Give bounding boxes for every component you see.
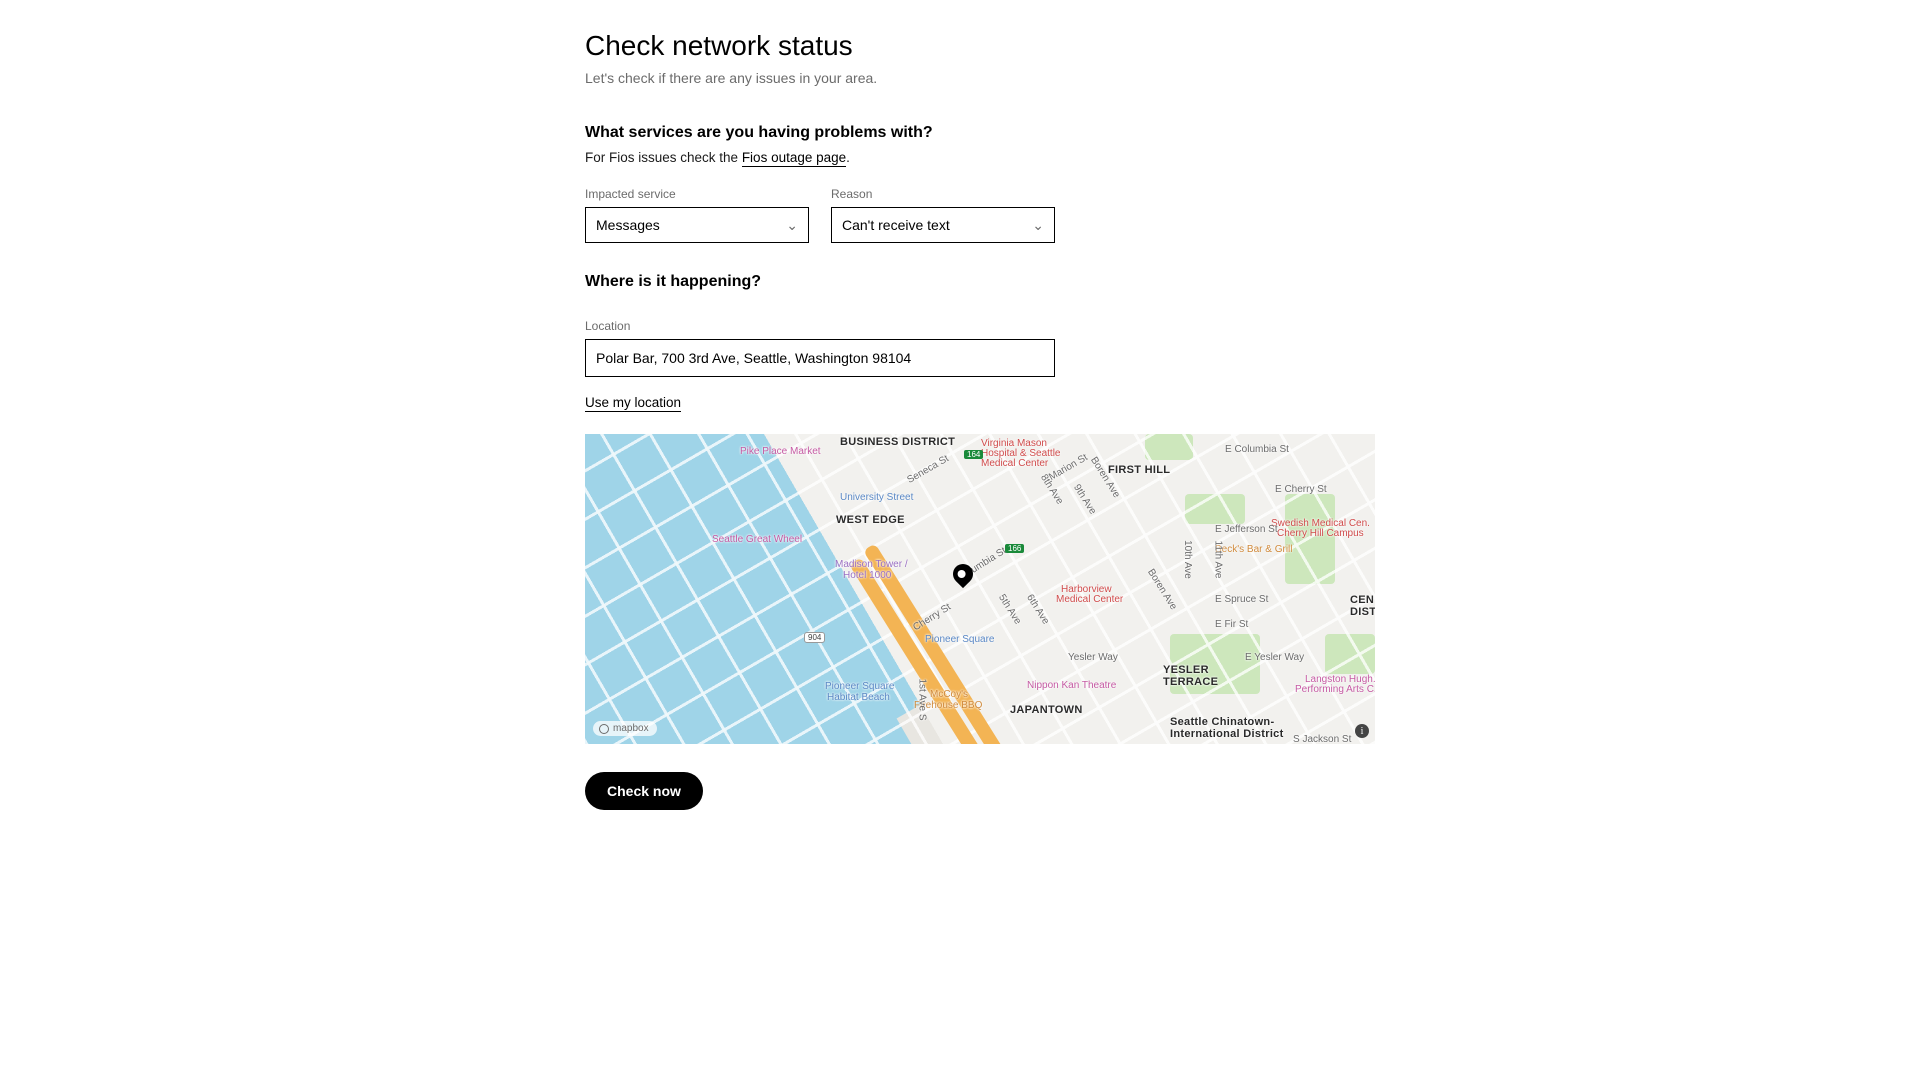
- street-label: 10th Ave: [1182, 540, 1193, 579]
- poi-label: Medical Center: [981, 458, 1048, 469]
- fios-hint: For Fios issues check the Fios outage pa…: [585, 150, 1355, 165]
- street-label: Yesler Way: [1068, 652, 1118, 663]
- poi-label: Nippon Kan Theatre: [1027, 680, 1116, 691]
- reason-label: Reason: [831, 187, 1055, 201]
- map[interactable]: BUSINESS DISTRICT WEST EDGE FIRST HILL J…: [585, 434, 1375, 744]
- poi-label: Pike Place Market: [740, 446, 821, 457]
- mapbox-text: mapbox: [613, 723, 649, 734]
- street-label: E Columbia St: [1225, 444, 1289, 455]
- district-label: Seattle Chinatown-: [1170, 716, 1274, 728]
- poi-label: University Street: [840, 492, 913, 503]
- route-shield: 164: [964, 450, 983, 459]
- poi-label: Medical Center: [1056, 594, 1123, 605]
- mapbox-attribution[interactable]: mapbox: [593, 721, 657, 736]
- street-label: E Yesler Way: [1245, 652, 1304, 663]
- route-shield: 904: [804, 632, 825, 643]
- street-label: S Jackson St: [1293, 734, 1351, 744]
- page-title: Check network status: [585, 30, 1355, 62]
- poi-label: Hotel 1000: [843, 570, 891, 581]
- poi-label: McCoy's: [930, 689, 968, 700]
- impacted-service-label: Impacted service: [585, 187, 809, 201]
- poi-label: Performing Arts C.: [1295, 684, 1375, 695]
- mapbox-logo-icon: [599, 724, 609, 734]
- street-label: E Spruce St: [1215, 594, 1268, 605]
- impacted-service-select[interactable]: Messages ⌄: [585, 207, 809, 243]
- chevron-down-icon: ⌄: [1032, 218, 1044, 232]
- check-now-button[interactable]: Check now: [585, 772, 703, 810]
- poi-label: Pioneer Square: [925, 634, 995, 645]
- fios-outage-link[interactable]: Fios outage page: [742, 150, 846, 167]
- impacted-service-value: Messages: [596, 217, 660, 233]
- poi-label: Madison Tower /: [835, 559, 908, 570]
- reason-select[interactable]: Can't receive text ⌄: [831, 207, 1055, 243]
- reason-value: Can't receive text: [842, 217, 950, 233]
- poi-label: Habitat Beach: [827, 692, 890, 703]
- street-label: E Fir St: [1215, 619, 1248, 630]
- poi-label: Pioneer Square: [825, 681, 895, 692]
- poi-label: Seattle Great Wheel: [712, 534, 802, 545]
- route-shield: 166: [1005, 544, 1024, 553]
- poi-label: Cherry Hill Campus: [1277, 528, 1364, 539]
- map-info-button[interactable]: i: [1355, 724, 1369, 738]
- district-label: International District: [1170, 728, 1284, 740]
- district-label: FIRST HILL: [1108, 464, 1170, 476]
- district-label: YESLER TERRACE: [1163, 664, 1233, 688]
- location-input[interactable]: [585, 339, 1055, 377]
- street-label: E Jefferson St: [1215, 524, 1278, 535]
- poi-label: Beck's Bar & Grill: [1215, 544, 1292, 555]
- services-heading: What services are you having problems wi…: [585, 124, 1355, 142]
- district-label: WEST EDGE: [836, 514, 905, 526]
- chevron-down-icon: ⌄: [786, 218, 798, 232]
- street-label: 11th Ave: [1213, 541, 1224, 579]
- location-label: Location: [585, 319, 1355, 333]
- district-label: JAPANTOWN: [1010, 704, 1083, 716]
- district-label: CEN DIST: [1350, 594, 1375, 618]
- district-label: BUSINESS DISTRICT: [840, 436, 955, 448]
- fios-hint-prefix: For Fios issues check the: [585, 150, 742, 165]
- use-my-location-link[interactable]: Use my location: [585, 395, 681, 412]
- fios-hint-suffix: .: [846, 150, 850, 165]
- map-street-grid: [585, 434, 1375, 744]
- street-label: 1st Ave S: [917, 678, 928, 720]
- street-label: E Cherry St: [1275, 484, 1327, 495]
- location-heading: Where is it happening?: [585, 273, 1355, 291]
- page-subtitle: Let's check if there are any issues in y…: [585, 70, 1355, 86]
